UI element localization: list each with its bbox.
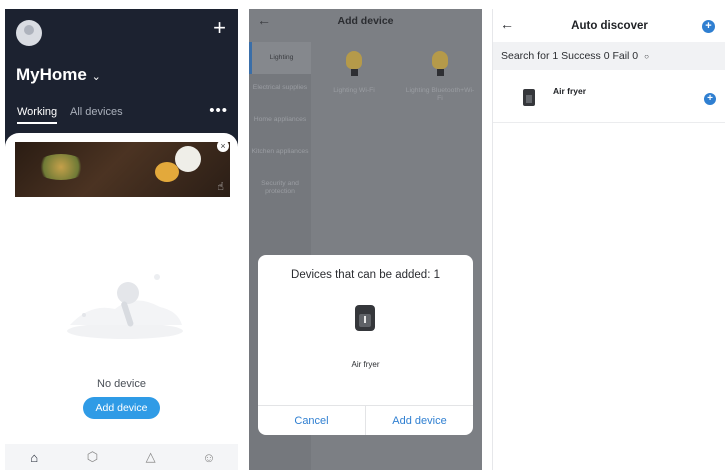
devices-found-dialog: Devices that can be added: 1 Air fryer C… xyxy=(258,255,473,435)
product-lighting-bt-wifi[interactable]: Lighting Bluetooth+Wi-Fi xyxy=(404,51,476,103)
confirm-add-device-button[interactable]: Add device xyxy=(366,406,473,435)
product-label: Lighting Bluetooth+Wi-Fi xyxy=(405,87,475,102)
bulb-base xyxy=(436,69,444,76)
scene-icon[interactable]: △ xyxy=(141,449,161,465)
empty-state-text: No device xyxy=(97,378,146,390)
promo-banner[interactable]: ☝ xyxy=(15,142,230,197)
add-circle-icon[interactable]: + xyxy=(704,93,716,105)
search-status-text: Search for 1 Success 0 Fail 0 xyxy=(501,50,639,62)
banner-close-icon[interactable]: × xyxy=(217,140,229,152)
add-device-button[interactable]: Add device xyxy=(83,397,160,419)
list-item[interactable]: Air fryer + xyxy=(493,70,725,123)
banner-food-image xyxy=(35,154,87,180)
category-item-kitchen[interactable]: Kitchen appliances xyxy=(249,148,311,156)
device-name: Air fryer xyxy=(553,86,587,96)
cube-icon[interactable]: ⬡ xyxy=(82,449,102,465)
category-item-security[interactable]: Security and protection xyxy=(249,180,311,196)
air-fryer-icon xyxy=(355,305,375,331)
add-icon[interactable]: + xyxy=(213,17,226,39)
bulb-base xyxy=(350,69,358,76)
home-selector[interactable]: MyHome ⌄ xyxy=(16,65,101,85)
pointer-hand-icon: ☝ xyxy=(217,181,224,193)
bulb-icon xyxy=(346,51,362,69)
screenshot-collage: + MyHome ⌄ Working All devices ••• ☝ × N… xyxy=(0,0,725,470)
tab-indicator xyxy=(17,122,57,124)
banner-food-image xyxy=(175,146,201,172)
bulb-icon xyxy=(432,51,448,69)
device-name: Air fryer xyxy=(351,360,380,369)
dialog-actions: Cancel Add device xyxy=(258,405,473,435)
avatar[interactable] xyxy=(16,20,42,46)
home-icon[interactable]: ⌂ xyxy=(24,450,44,465)
page-title: Auto discover xyxy=(571,20,648,32)
empty-state-illustration xyxy=(67,274,183,339)
auto-discover-screen: ← Auto discover + Search for 1 Success 0… xyxy=(492,9,725,470)
category-item-home[interactable]: Home appliances xyxy=(249,116,311,124)
dialog-title: Devices that can be added: 1 xyxy=(291,269,440,281)
profile-icon[interactable]: ☺ xyxy=(199,450,219,465)
add-device-screen: ← Add device Lighting Electrical supplie… xyxy=(249,9,482,470)
product-lighting-wifi[interactable]: Lighting Wi-Fi xyxy=(324,51,384,95)
banner-food-image xyxy=(155,162,179,182)
refresh-icon[interactable]: ○ xyxy=(644,52,649,61)
search-status-bar: Search for 1 Success 0 Fail 0 ○ xyxy=(493,42,725,70)
home-screen: + MyHome ⌄ Working All devices ••• ☝ × N… xyxy=(5,9,238,470)
category-item-electrical[interactable]: Electrical supplies xyxy=(249,84,311,92)
cancel-button[interactable]: Cancel xyxy=(258,406,365,435)
product-label: Lighting Wi-Fi xyxy=(333,87,375,94)
device-panel: ☝ × No device Add device ⌂ ⬡ △ ☺ xyxy=(5,133,238,470)
tab-all-devices[interactable]: All devices xyxy=(70,106,123,118)
home-name: MyHome xyxy=(16,65,87,84)
bottom-nav: ⌂ ⬡ △ ☺ xyxy=(5,444,238,470)
more-icon[interactable]: ••• xyxy=(209,102,228,119)
page-title: Add device xyxy=(337,15,394,27)
add-circle-icon[interactable]: + xyxy=(702,20,715,33)
chevron-down-icon: ⌄ xyxy=(91,71,101,83)
tab-working[interactable]: Working xyxy=(17,106,57,118)
air-fryer-icon xyxy=(523,89,535,106)
category-item-lighting[interactable]: Lighting xyxy=(249,42,311,74)
